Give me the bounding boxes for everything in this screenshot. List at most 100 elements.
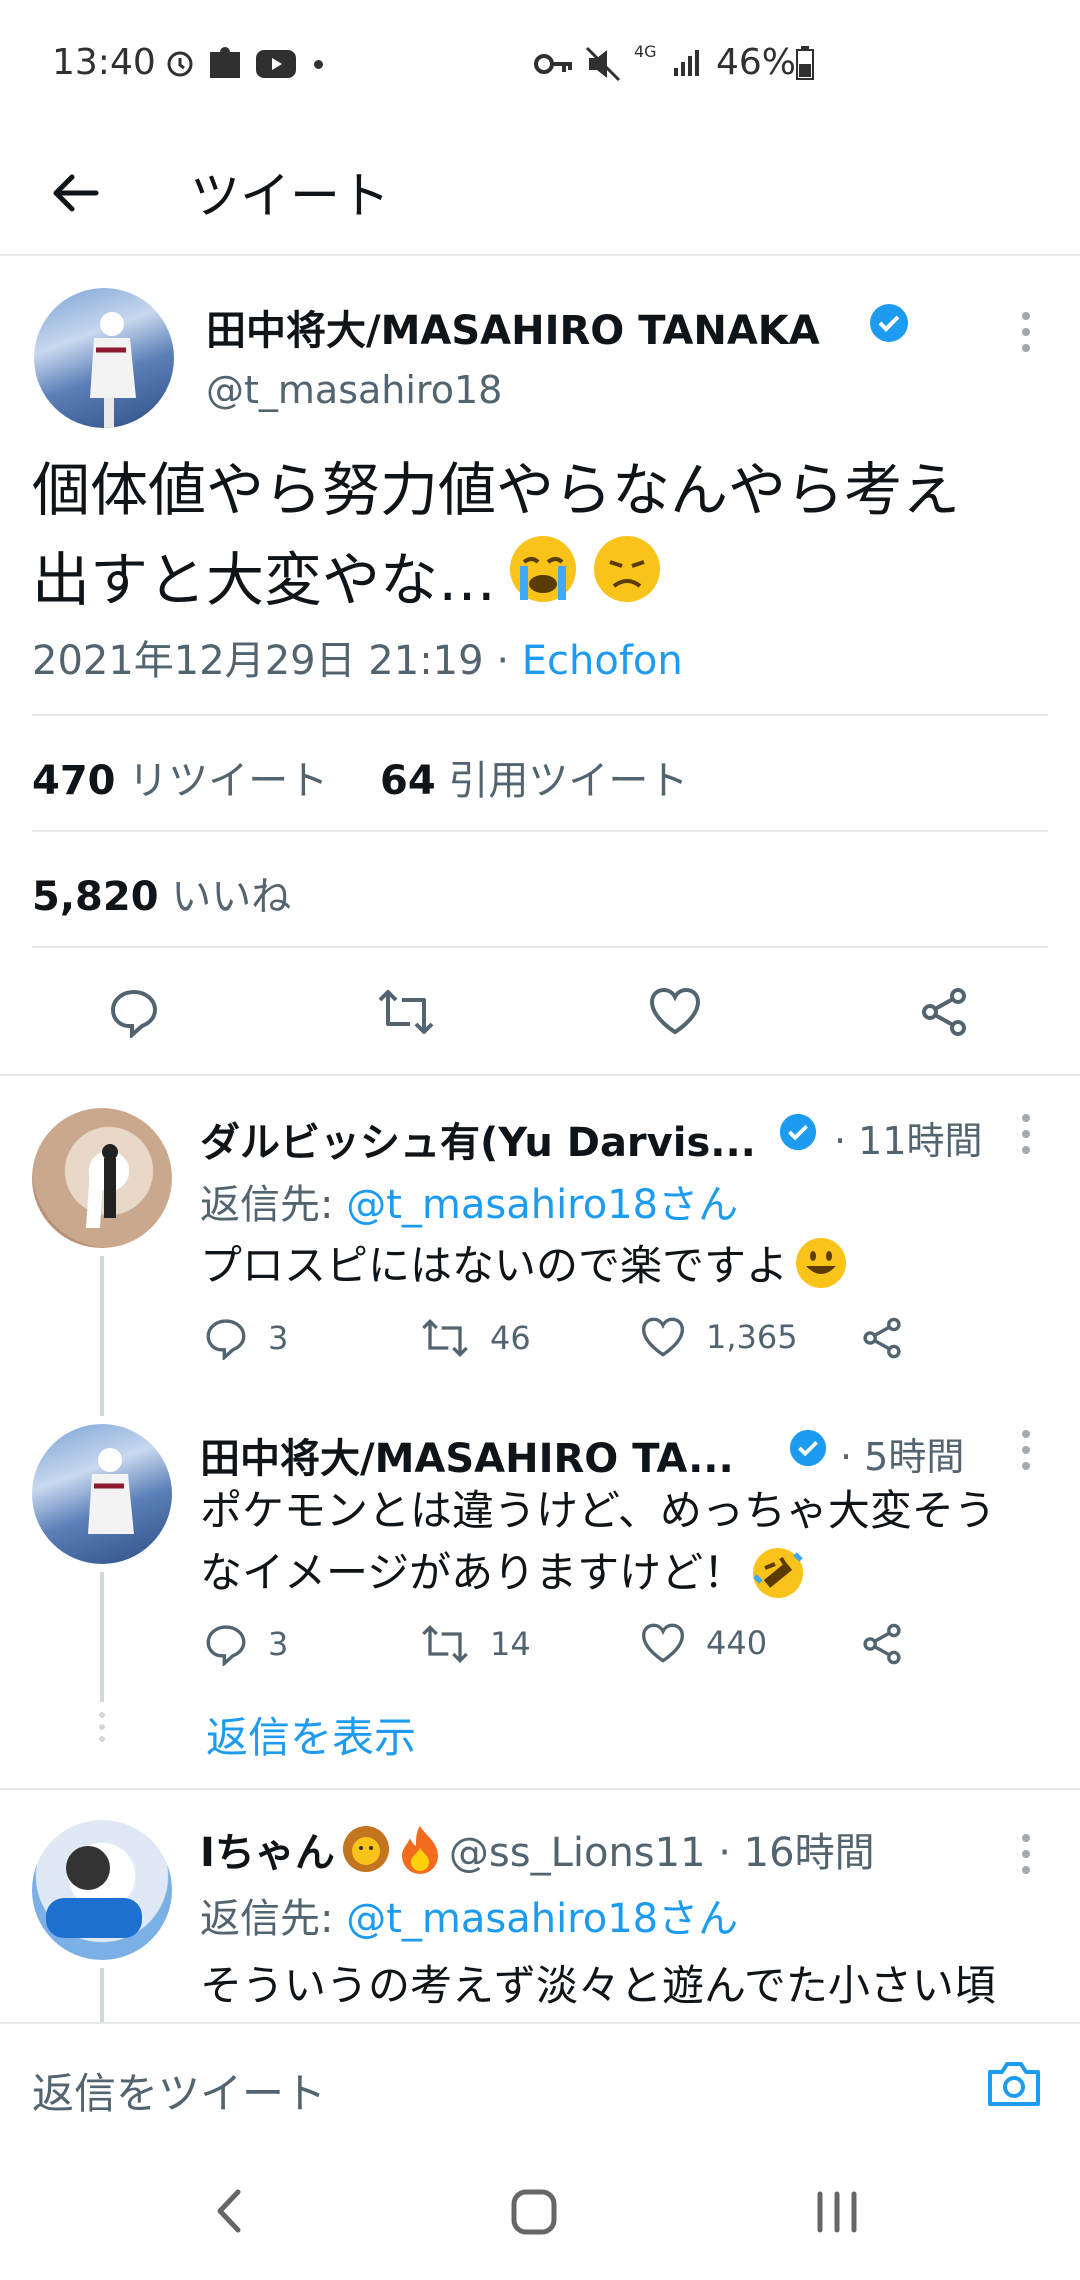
alarm-icon xyxy=(165,48,195,82)
verified-badge-icon xyxy=(778,1112,818,1156)
like-action[interactable]: 440 xyxy=(640,1622,767,1664)
back-arrow-icon xyxy=(53,174,99,212)
fire-emoji-icon xyxy=(401,1826,438,1874)
smiley-emoji-icon xyxy=(796,1237,847,1288)
puzzle-icon xyxy=(208,42,244,86)
more-options-icon[interactable] xyxy=(1022,312,1030,360)
reply-to-handle[interactable]: @t_masahiro18さん xyxy=(346,1182,738,1228)
reply-text: そういうの考えず淡々と遊んでた小さい頃 xyxy=(200,1961,996,2010)
battery-percent: 46% xyxy=(716,42,797,83)
camera-button[interactable] xyxy=(986,2058,1042,2112)
retweet-action[interactable]: 46 xyxy=(420,1316,531,1360)
share-icon xyxy=(863,1317,901,1359)
tweet-text: 個体値やら努力値やらなんやら考え 出すと大変やな… xyxy=(32,448,960,628)
youtube-icon xyxy=(256,50,296,82)
share-button[interactable] xyxy=(918,986,970,1042)
reply-time[interactable]: · 11時間 xyxy=(834,1110,983,1165)
retweet-icon xyxy=(422,1318,468,1358)
thread-line xyxy=(100,1968,104,2022)
retweet-label: リツイート xyxy=(128,758,329,804)
avatar[interactable] xyxy=(32,1108,172,1248)
reply-composer: 返信をツイート xyxy=(0,2022,1080,2142)
rofl-emoji-icon xyxy=(753,1548,804,1598)
reply-action[interactable]: 3 xyxy=(204,1316,288,1360)
more-options-icon[interactable] xyxy=(1022,1114,1030,1162)
divider xyxy=(32,830,1048,832)
mute-icon xyxy=(585,46,621,86)
status-bar: 13:40 4G 46% xyxy=(0,0,1080,130)
author-handle[interactable]: @t_masahiro18 xyxy=(206,368,502,412)
reply-text: プロスピにはないので楽ですよ xyxy=(200,1232,848,1293)
share-icon xyxy=(863,1623,901,1665)
divider xyxy=(32,946,1048,948)
reply-header: Iちゃん @ss_Lions11 · 16時間 xyxy=(200,1820,875,1878)
battery-icon xyxy=(796,46,814,84)
show-replies-link[interactable]: 返信を表示 xyxy=(206,1704,416,1765)
reply-to-label: 返信先: xyxy=(200,1896,334,1942)
author-name[interactable]: Iちゃん xyxy=(200,1820,335,1878)
reply-text-line: ポケモンとは違うけど、めっちゃ大変そう xyxy=(200,1486,996,1535)
retweet-button[interactable] xyxy=(376,986,436,1042)
crying-face-emoji-icon xyxy=(506,532,580,628)
retweet-stats[interactable]: 470 リツイート xyxy=(32,748,328,806)
reply-button[interactable] xyxy=(108,986,160,1042)
vpn-key-icon xyxy=(534,50,574,82)
divider xyxy=(32,714,1048,716)
back-button[interactable] xyxy=(40,158,110,228)
signal-icon xyxy=(672,48,702,82)
share-action[interactable] xyxy=(860,1316,904,1360)
like-count: 5,820 xyxy=(32,874,159,920)
retweet-action[interactable]: 14 xyxy=(420,1622,531,1666)
tweet-client[interactable]: Echofon xyxy=(522,638,683,684)
reply-input[interactable]: 返信をツイート xyxy=(32,2060,326,2121)
author-name[interactable]: 田中将大/MASAHIRO TANAKA xyxy=(206,298,820,356)
avatar[interactable] xyxy=(32,1424,172,1564)
quote-count: 64 xyxy=(380,758,436,804)
tweet-meta: 2021年12月29日 21:19 · Echofon xyxy=(32,628,683,686)
top-app-bar: ツイート xyxy=(0,130,1080,256)
reply-to-line: 返信先: @t_masahiro18さん xyxy=(200,1886,738,1944)
like-label: いいね xyxy=(171,874,292,920)
home-icon xyxy=(511,2189,557,2235)
author-handle-time[interactable]: @ss_Lions11 · 16時間 xyxy=(449,1820,875,1878)
reply-icon xyxy=(110,989,158,1040)
reply-to-line: 返信先: @t_masahiro18さん xyxy=(200,1172,738,1230)
disappointed-face-emoji-icon xyxy=(590,532,664,628)
reply-action[interactable]: 3 xyxy=(204,1622,288,1666)
reply-text-line: なイメージがありますけど！ xyxy=(200,1548,746,1597)
nav-home-button[interactable] xyxy=(510,2188,558,2240)
network-type: 4G xyxy=(634,42,657,61)
share-action[interactable] xyxy=(860,1622,904,1666)
like-count: 1,365 xyxy=(706,1318,798,1356)
share-icon xyxy=(922,988,966,1036)
author-name[interactable]: 田中将大/MASAHIRO TA... xyxy=(200,1426,734,1484)
tweet-timestamp[interactable]: 2021年12月29日 21:19 xyxy=(32,638,484,684)
more-options-icon[interactable] xyxy=(1022,1834,1030,1882)
thread-line xyxy=(100,1572,104,1702)
thread-dots-icon xyxy=(98,1712,106,1742)
retweet-count: 14 xyxy=(490,1625,531,1663)
avatar[interactable] xyxy=(34,288,174,428)
notification-dot-icon xyxy=(314,60,323,69)
status-time: 13:40 xyxy=(52,42,156,83)
nav-back-button[interactable] xyxy=(210,2186,250,2240)
reply-time[interactable]: · 5時間 xyxy=(840,1426,964,1481)
tweet-text-line: 出すと大変やな… xyxy=(32,546,497,614)
avatar[interactable] xyxy=(32,1820,172,1960)
like-button[interactable] xyxy=(648,986,702,1040)
like-action[interactable]: 1,365 xyxy=(640,1316,798,1358)
reply-to-label: 返信先: xyxy=(200,1182,334,1228)
author-name[interactable]: ダルビッシュ有(Yu Darvis... xyxy=(200,1110,756,1168)
reply-to-handle[interactable]: @t_masahiro18さん xyxy=(346,1896,738,1942)
divider xyxy=(0,1074,1080,1076)
retweet-count: 46 xyxy=(490,1319,531,1357)
chevron-left-icon xyxy=(217,2189,241,2233)
like-stats[interactable]: 5,820 いいね xyxy=(32,864,291,922)
camera-icon xyxy=(988,2062,1040,2106)
heart-icon xyxy=(649,987,701,1035)
nav-recents-button[interactable] xyxy=(812,2190,862,2238)
reply-count: 3 xyxy=(268,1319,289,1357)
quote-stats[interactable]: 64 引用ツイート xyxy=(380,748,688,806)
tweet-text-line: 個体値やら努力値やらなんやら考え xyxy=(32,456,961,524)
more-options-icon[interactable] xyxy=(1022,1430,1030,1478)
